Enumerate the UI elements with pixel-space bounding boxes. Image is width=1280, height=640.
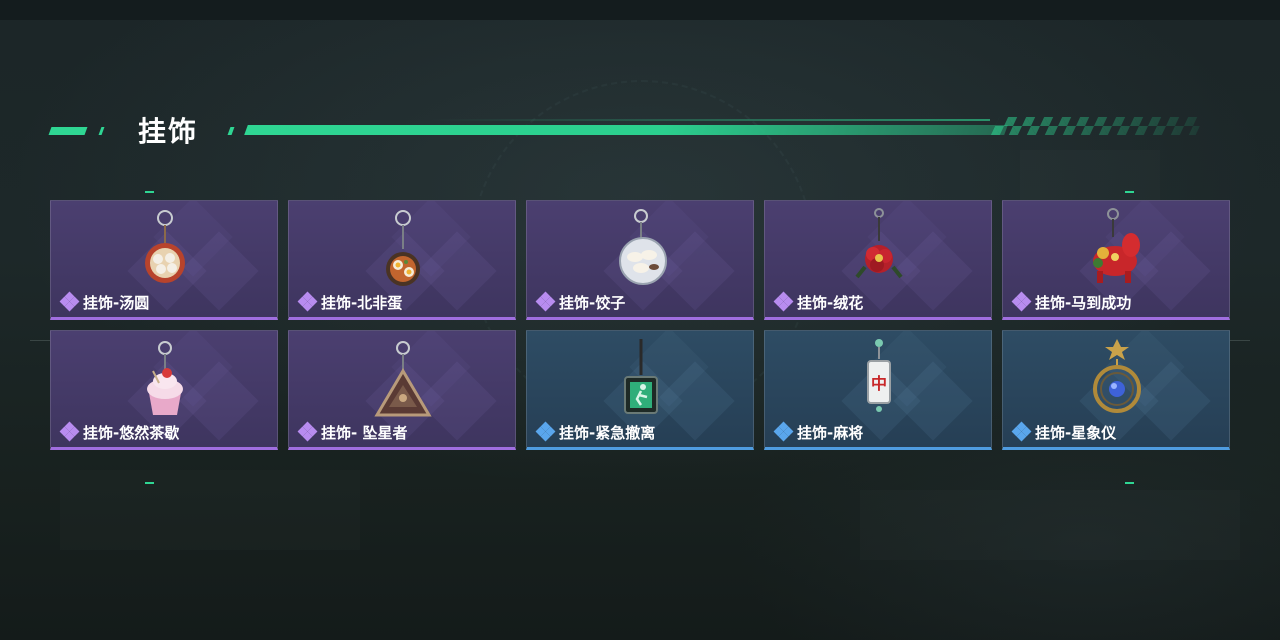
velvet-flower-charm-icon: [855, 208, 903, 279]
cupcake-charm-icon: [147, 341, 183, 415]
header-dash: [48, 127, 88, 135]
header-bar: [244, 125, 1008, 135]
header-dash: [227, 127, 235, 135]
item-label-row: 挂饰-北非蛋: [297, 291, 403, 312]
rarity-diamond-icon: [773, 421, 794, 442]
rarity-diamond-icon: [1011, 421, 1032, 442]
header-thin-line: [430, 119, 990, 121]
item-label-row: 挂饰-马到成功: [1011, 291, 1132, 312]
top-bar: [0, 0, 1280, 20]
dumpling-plate-charm-icon: [619, 209, 667, 285]
background-shape: [60, 470, 360, 550]
astrolabe-charm-icon: [1093, 339, 1141, 413]
item-card-tangyuan[interactable]: 挂饰-汤圆: [50, 200, 278, 320]
corner-tick: [145, 482, 154, 484]
charm-grid: 挂饰-汤圆 挂饰-北非蛋 挂饰-饺子 挂饰-绒花 挂饰-马到成功 挂饰-悠然茶歇…: [50, 200, 1230, 450]
item-name: 挂饰-星象仪: [1035, 423, 1117, 442]
rarity-diamond-icon: [297, 421, 318, 442]
item-card-cupcake[interactable]: 挂饰-悠然茶歇: [50, 330, 278, 450]
rarity-diamond-icon: [297, 291, 318, 312]
rarity-diamond-icon: [535, 291, 556, 312]
item-card-mahjong[interactable]: 中 挂饰-麻将: [764, 330, 992, 450]
item-card-triangle-emblem[interactable]: 挂饰- 坠星者: [288, 330, 516, 450]
tangyuan-bowl-charm-icon: [145, 210, 185, 283]
item-label-row: 挂饰- 坠星者: [297, 421, 408, 442]
rarity-diamond-icon: [535, 421, 556, 442]
item-name: 挂饰-马到成功: [1035, 293, 1132, 312]
item-name: 挂饰-悠然茶歇: [83, 423, 180, 442]
item-card-velvet-flower[interactable]: 挂饰-绒花: [764, 200, 992, 320]
item-label-row: 挂饰-紧急撤离: [535, 421, 656, 442]
red-horse-charm-icon: [1093, 208, 1140, 283]
shakshuka-pan-charm-icon: [386, 210, 420, 286]
corner-tick: [1125, 482, 1134, 484]
corner-tick: [145, 191, 154, 193]
section-title: 挂饰: [138, 115, 199, 148]
item-card-dumpling[interactable]: 挂饰-饺子: [526, 200, 754, 320]
mahjong-tile-charm-icon: 中: [867, 339, 891, 412]
item-card-red-horse[interactable]: 挂饰-马到成功: [1002, 200, 1230, 320]
item-card-exit-sign[interactable]: 挂饰-紧急撤离: [526, 330, 754, 450]
rarity-diamond-icon: [59, 291, 80, 312]
item-name: 挂饰-紧急撤离: [559, 423, 656, 442]
item-label-row: 挂饰-饺子: [535, 291, 626, 312]
item-label-row: 挂饰-悠然茶歇: [59, 421, 180, 442]
header-dash: [98, 127, 105, 135]
item-label-row: 挂饰-绒花: [773, 291, 864, 312]
item-label-row: 挂饰-麻将: [773, 421, 864, 442]
item-name: 挂饰-麻将: [797, 423, 864, 442]
item-name: 挂饰-饺子: [559, 293, 626, 312]
rarity-diamond-icon: [1011, 291, 1032, 312]
exit-sign-charm-icon: [624, 339, 658, 414]
mahjong-character: 中: [871, 374, 887, 393]
rarity-diamond-icon: [773, 291, 794, 312]
rarity-diamond-icon: [59, 421, 80, 442]
item-card-astrolabe[interactable]: 挂饰-星象仪: [1002, 330, 1230, 450]
item-name: 挂饰- 坠星者: [321, 423, 408, 442]
item-label-row: 挂饰-汤圆: [59, 291, 150, 312]
header-checker-pattern: [990, 117, 1205, 135]
item-label-row: 挂饰-星象仪: [1011, 421, 1117, 442]
corner-tick: [1125, 191, 1134, 193]
item-name: 挂饰-汤圆: [83, 293, 150, 312]
item-name: 挂饰-绒花: [797, 293, 864, 312]
item-name: 挂饰-北非蛋: [321, 293, 403, 312]
item-card-shakshuka[interactable]: 挂饰-北非蛋: [288, 200, 516, 320]
triangle-emblem-charm-icon: [374, 341, 432, 417]
background-shape: [860, 490, 1240, 560]
